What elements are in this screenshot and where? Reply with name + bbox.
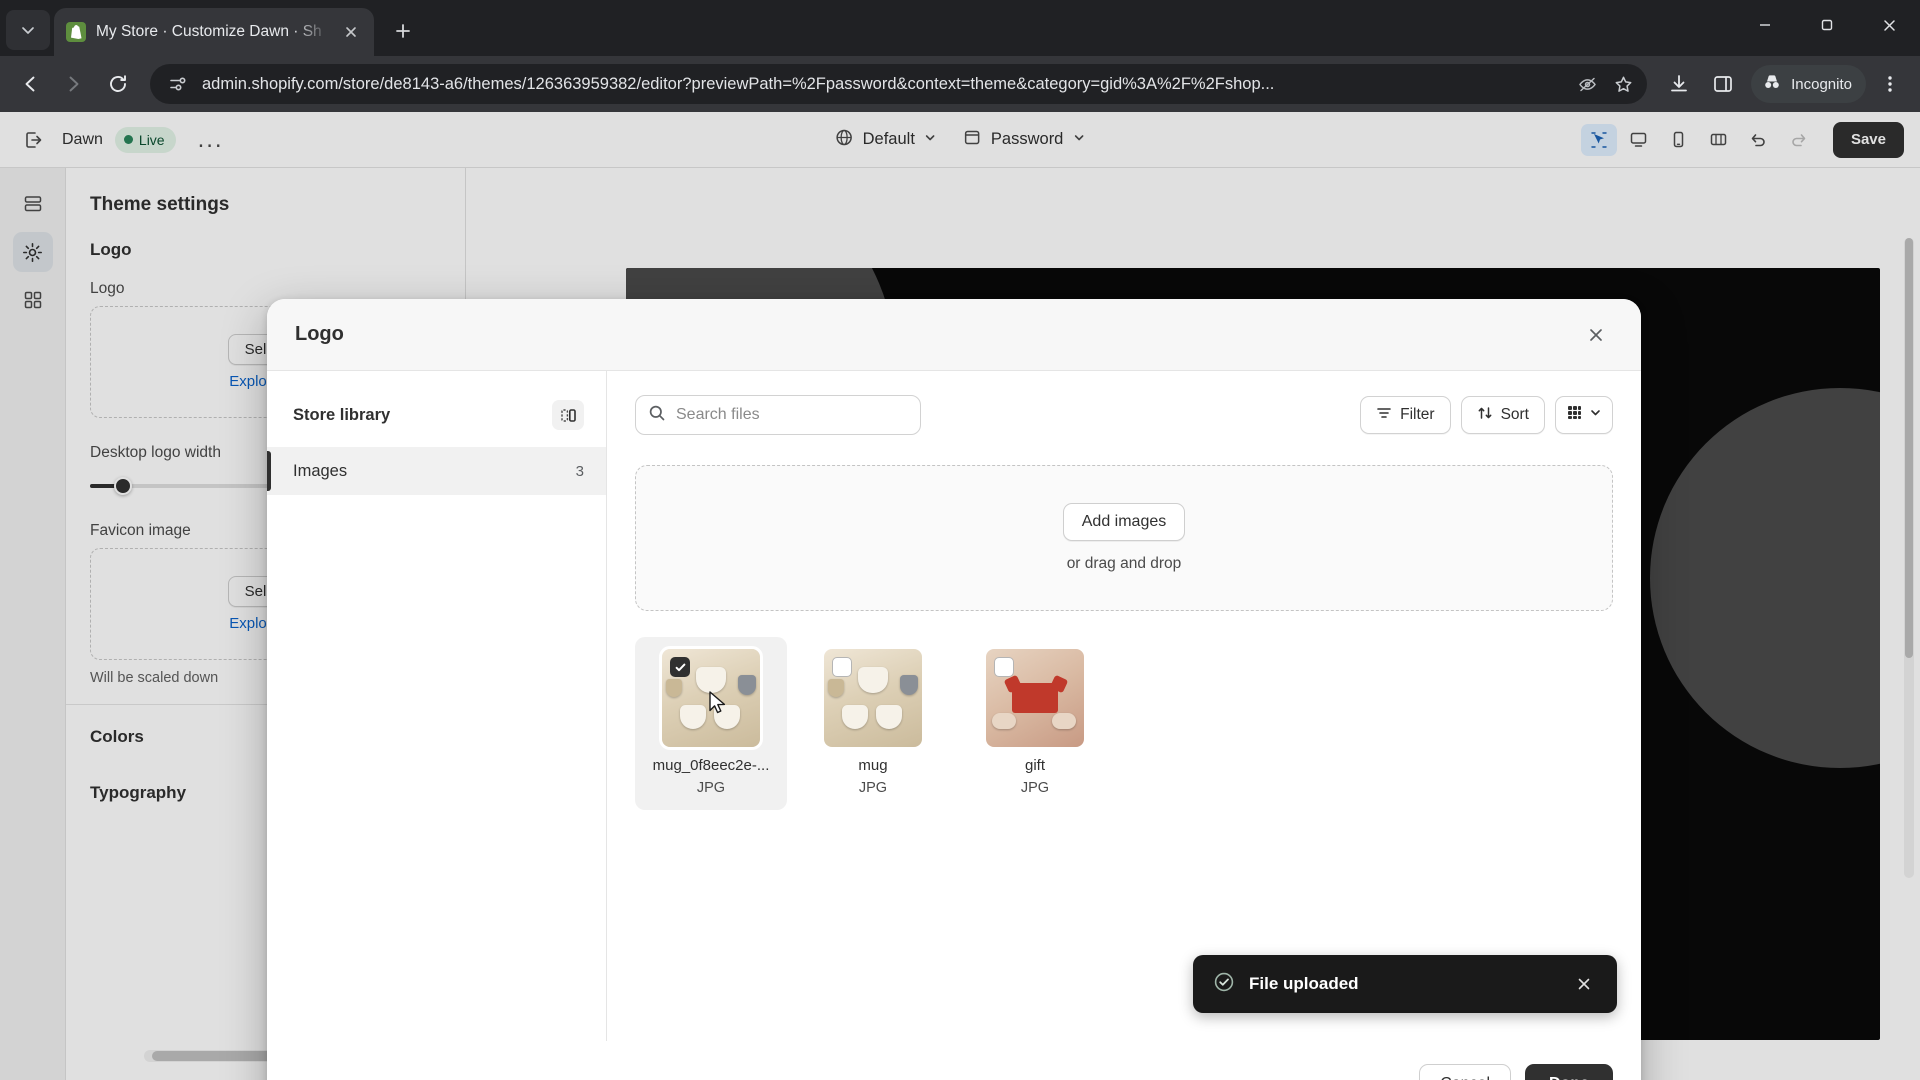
file-name: gift xyxy=(1024,757,1045,774)
shopify-theme-editor: Dawn Live ... Default Password Save Them… xyxy=(0,112,1920,1080)
collapse-panel-icon[interactable] xyxy=(552,400,584,430)
forward-arrow-icon xyxy=(54,64,94,104)
back-arrow-icon[interactable] xyxy=(10,64,50,104)
eye-off-icon[interactable] xyxy=(1575,72,1599,96)
maximize-icon[interactable] xyxy=(1796,0,1858,50)
tab-search-icon[interactable] xyxy=(6,10,50,50)
file-checkbox[interactable] xyxy=(670,657,690,677)
modal-header: Logo xyxy=(267,299,1641,371)
add-images-button[interactable]: Add images xyxy=(1062,503,1186,541)
minimize-icon[interactable] xyxy=(1734,0,1796,50)
browser-tabstrip: My Store · Customize Dawn · Sh xyxy=(0,0,1920,56)
new-tab-button[interactable] xyxy=(384,12,422,50)
incognito-icon xyxy=(1761,71,1783,97)
store-library-title: Store library xyxy=(293,405,391,424)
grid-view-icon xyxy=(1566,404,1583,426)
file-card[interactable]: mug_0f8eec2e-... JPG xyxy=(635,637,787,810)
toast-notification: File uploaded xyxy=(1193,955,1617,1013)
files-toolbar-actions: Filter Sort xyxy=(1360,396,1613,434)
search-icon xyxy=(648,404,666,427)
add-images-dropzone[interactable]: Add images or drag and drop xyxy=(635,465,1613,611)
kebab-menu-icon[interactable] xyxy=(1870,64,1910,104)
file-card[interactable]: mug JPG xyxy=(797,637,949,810)
browser-window: My Store · Customize Dawn · Sh admin.sho… xyxy=(0,0,1920,1080)
window-close-icon[interactable] xyxy=(1858,0,1920,50)
store-library-sidebar: Store library Images 3 xyxy=(267,371,607,1041)
file-type: JPG xyxy=(1020,780,1050,796)
sort-label: Sort xyxy=(1500,406,1529,423)
check-circle-icon xyxy=(1213,971,1235,998)
files-pane: Filter Sort xyxy=(607,371,1641,1041)
address-bar[interactable]: admin.shopify.com/store/de8143-a6/themes… xyxy=(150,64,1648,104)
incognito-label: Incognito xyxy=(1791,75,1852,93)
sort-icon xyxy=(1477,405,1493,426)
search-files-field[interactable] xyxy=(635,395,921,435)
toast-close-icon[interactable] xyxy=(1571,971,1597,997)
sidebar-item-count: 3 xyxy=(575,462,584,480)
file-type: JPG xyxy=(858,780,888,796)
file-type: JPG xyxy=(696,780,726,796)
store-library-header: Store library xyxy=(267,395,606,435)
modal-footer: Cancel Done xyxy=(267,1041,1641,1080)
tab-title: My Store · Customize Dawn · Sh xyxy=(96,23,322,40)
modal-title: Logo xyxy=(295,323,344,345)
tab-close-icon[interactable] xyxy=(340,21,362,43)
browser-toolbar: admin.shopify.com/store/de8143-a6/themes… xyxy=(0,56,1920,112)
view-mode-button[interactable] xyxy=(1555,396,1613,434)
browser-tab[interactable]: My Store · Customize Dawn · Sh xyxy=(54,8,374,56)
star-icon[interactable] xyxy=(1611,72,1635,96)
filter-icon xyxy=(1376,405,1392,426)
close-icon[interactable] xyxy=(1579,318,1613,352)
shopify-icon xyxy=(66,22,86,42)
toast-message: File uploaded xyxy=(1249,974,1359,993)
cancel-button[interactable]: Cancel xyxy=(1419,1064,1511,1080)
done-button[interactable]: Done xyxy=(1525,1064,1613,1080)
reload-icon[interactable] xyxy=(98,64,138,104)
file-card[interactable]: gift JPG xyxy=(959,637,1111,810)
sidebar-item-label: Images xyxy=(293,461,348,480)
chevron-down-icon xyxy=(1589,406,1602,424)
file-thumbnail[interactable] xyxy=(659,646,763,750)
file-name: mug_0f8eec2e-... xyxy=(652,757,770,774)
incognito-profile-button[interactable]: Incognito xyxy=(1751,65,1866,103)
site-settings-icon[interactable] xyxy=(166,72,190,96)
window-controls xyxy=(1734,0,1920,50)
file-thumbnail[interactable] xyxy=(824,649,922,747)
address-bar-url: admin.shopify.com/store/de8143-a6/themes… xyxy=(202,74,1275,93)
file-name: mug xyxy=(858,757,888,774)
files-toolbar: Filter Sort xyxy=(607,371,1641,435)
download-icon[interactable] xyxy=(1659,64,1699,104)
file-checkbox[interactable] xyxy=(994,657,1014,677)
modal-body: Store library Images 3 Search files Filt… xyxy=(267,371,1641,1041)
search-input[interactable] xyxy=(676,406,908,424)
sort-button[interactable]: Sort xyxy=(1460,396,1545,434)
drag-drop-hint: or drag and drop xyxy=(1066,555,1182,572)
sidebar-item-images[interactable]: Images 3 xyxy=(267,447,606,495)
files-grid: mug_0f8eec2e-... JPG mug JPG gift JPG xyxy=(607,611,1641,810)
side-panel-icon[interactable] xyxy=(1703,64,1743,104)
filter-label: Filter xyxy=(1400,406,1435,423)
file-checkbox[interactable] xyxy=(832,657,852,677)
file-thumbnail[interactable] xyxy=(986,649,1084,747)
filter-button[interactable]: Filter xyxy=(1360,396,1451,434)
